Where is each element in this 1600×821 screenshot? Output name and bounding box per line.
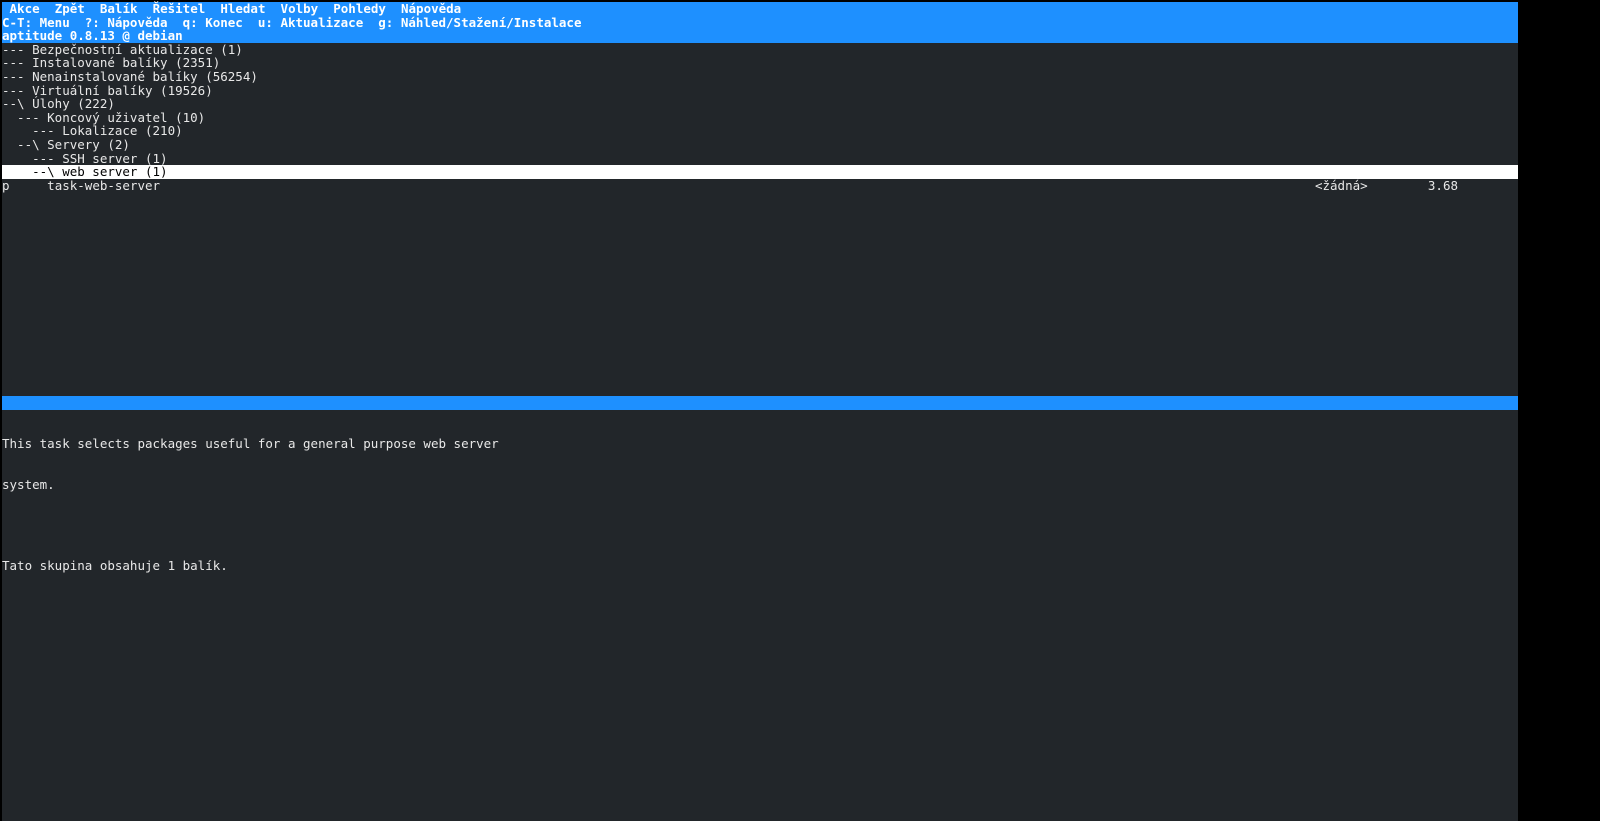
desc-line-2: system. <box>2 478 1518 492</box>
tree-row-servers[interactable]: --\ Servery (2) <box>2 138 1518 152</box>
upper-pane-blank <box>2 192 1518 396</box>
menu-napoveda[interactable]: Nápověda <box>401 1 461 16</box>
desc-line-1: This task selects packages useful for a … <box>2 437 1518 451</box>
menu-resitel[interactable]: Řešitel <box>153 1 206 16</box>
menu-bar[interactable]: Akce Zpět Balík Řešitel Hledat Volby Poh… <box>2 2 1518 16</box>
tree-row-localization[interactable]: --- Lokalizace (210) <box>2 124 1518 138</box>
tree-row-tasks[interactable]: --\ Úlohy (222) <box>2 97 1518 111</box>
aptitude-screen: Akce Zpět Balík Řešitel Hledat Volby Poh… <box>2 2 1518 802</box>
pane-divider <box>2 396 1518 410</box>
tree-row-not-installed[interactable]: --- Nenainstalované balíky (56254) <box>2 70 1518 84</box>
package-row[interactable]: p task-web-server <žádná> 3.68 <box>2 179 1518 193</box>
menu-volby[interactable]: Volby <box>281 1 319 16</box>
lower-pane-blank <box>2 600 1518 821</box>
tree-row-ssh-server[interactable]: --- SSH server (1) <box>2 152 1518 166</box>
menu-zpet[interactable]: Zpět <box>55 1 85 16</box>
tree-row-web-server-selected[interactable]: --\ web server (1) <box>2 165 1518 179</box>
package-name: task-web-server <box>47 178 160 193</box>
package-installed-version: <žádná> <box>1315 178 1368 193</box>
title-bar: aptitude 0.8.13 @ debian <box>2 29 1518 43</box>
shortcut-bar: C-T: Menu ?: Nápověda q: Konec u: Aktual… <box>2 16 1518 30</box>
desc-blank <box>2 519 1518 533</box>
tree-row-security-updates[interactable]: --- Bezpečnostní aktualizace (1) <box>2 43 1518 57</box>
menu-akce[interactable]: Akce <box>10 1 40 16</box>
tree-row-installed[interactable]: --- Instalované balíky (2351) <box>2 56 1518 70</box>
description-pane[interactable]: This task selects packages useful for a … <box>2 410 1518 600</box>
tree-row-end-user[interactable]: --- Koncový uživatel (10) <box>2 111 1518 125</box>
menu-balik[interactable]: Balík <box>100 1 138 16</box>
tree-row-virtual[interactable]: --- Virtuální balíky (19526) <box>2 84 1518 98</box>
package-state: p <box>2 178 10 193</box>
menu-hledat[interactable]: Hledat <box>220 1 265 16</box>
spacer <box>160 179 1315 193</box>
desc-line-3: Tato skupina obsahuje 1 balík. <box>2 559 1518 573</box>
package-candidate-version: 3.68 <box>1428 178 1458 193</box>
package-tree[interactable]: --- Bezpečnostní aktualizace (1) --- Ins… <box>2 43 1518 179</box>
menu-pohledy[interactable]: Pohledy <box>333 1 386 16</box>
